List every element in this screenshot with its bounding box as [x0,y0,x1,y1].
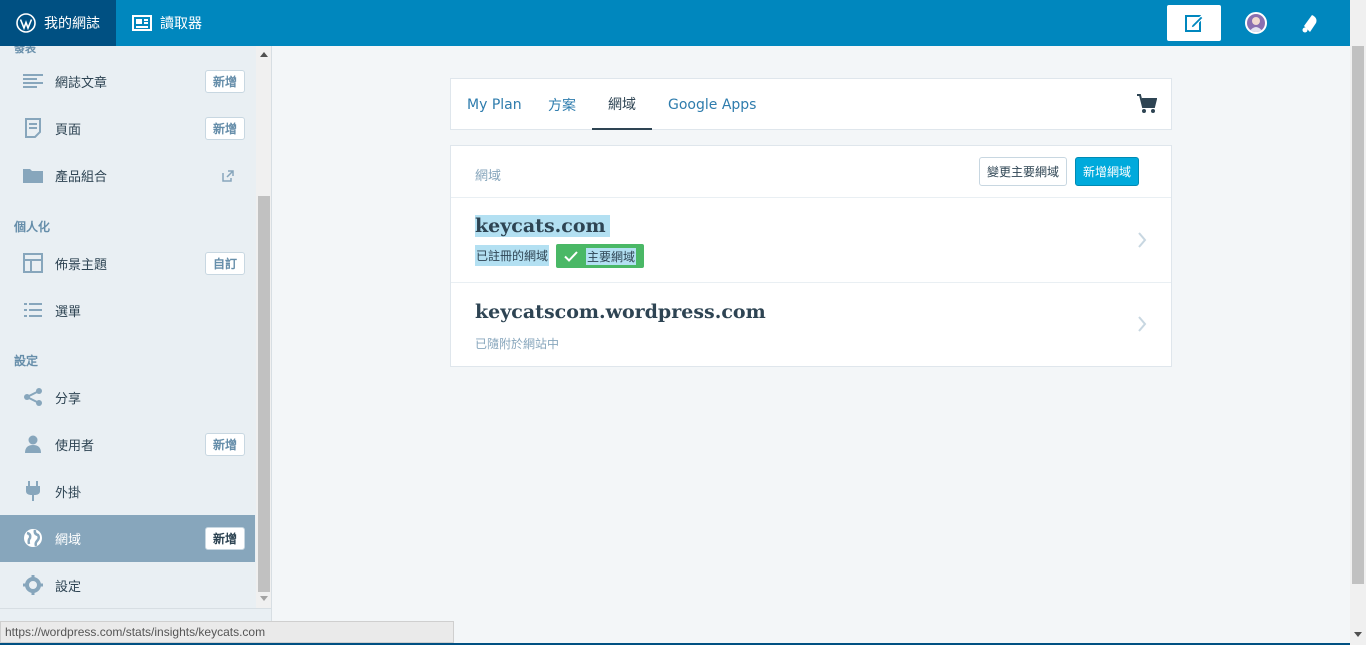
domains-card: 網域 變更主要網域 新增網域 keycats.com 已註冊的網域 主要網域 k… [450,145,1172,367]
page-scroll-thumb[interactable] [1352,46,1364,584]
share-icon [22,386,44,408]
my-sites-button[interactable]: 我的網誌 [0,0,116,46]
sidebar: 發表 網誌文章 新增 頁面 新增 產品組合 個人化 佈景主題 自訂 選單 設定 … [0,46,272,645]
menus-icon [22,299,44,321]
notifications-button[interactable] [1299,12,1321,38]
add-domain-sidebar-button[interactable]: 新增 [205,527,246,550]
primary-domain-label: 主要網域 [586,247,637,265]
sidebar-scroll-thumb[interactable] [258,196,270,592]
sidebar-item-label: 佈景主題 [55,258,108,273]
folder-icon [22,164,44,186]
tab-my-plan[interactable]: My Plan [467,79,522,130]
gear-icon [22,574,44,596]
user-icon [22,433,44,455]
scroll-down-icon[interactable] [260,596,268,601]
section-nav: My Plan 方案 網域 Google Apps [450,78,1172,130]
reader-icon [132,15,152,31]
add-domain-button[interactable]: 新增網域 [1075,157,1140,186]
sidebar-item-plugins[interactable]: 外掛 [0,468,255,515]
external-link-icon[interactable] [222,167,234,186]
domain-row[interactable]: keycats.com 已註冊的網域 主要網域 [451,198,1171,283]
scroll-down-icon[interactable] [1354,632,1362,637]
domains-title: 網域 [475,169,502,184]
add-user-button[interactable]: 新增 [205,433,246,456]
chevron-right-icon [1137,232,1147,252]
sidebar-item-users[interactable]: 使用者 新增 [0,421,255,468]
pages-icon [22,117,44,139]
tab-label: Google Apps [668,96,757,113]
domain-name: keycats.com [475,215,610,237]
domain-name: keycatscom.wordpress.com [475,301,766,323]
sidebar-item-label: 使用者 [55,439,95,454]
write-button[interactable] [1167,5,1221,41]
sidebar-item-pages[interactable]: 頁面 新增 [0,105,255,152]
wordpress-logo-icon [16,13,36,33]
avatar[interactable] [1245,12,1267,34]
tab-label: 網域 [608,96,636,113]
sidebar-item-label: 設定 [55,580,82,595]
domains-header: 網域 變更主要網域 新增網域 [451,146,1171,198]
masterbar: 我的網誌 讀取器 [0,0,1350,46]
sidebar-heading-settings: 設定 [14,354,39,368]
domain-status: 已隨附於網站中 [475,337,560,351]
sidebar-item-label: 網域 [55,533,82,548]
edit-icon [1185,15,1204,32]
cart-icon[interactable] [1137,94,1158,118]
add-page-button[interactable]: 新增 [205,117,246,140]
browser-status-bar: https://wordpress.com/stats/insights/key… [0,621,454,643]
plugin-icon [22,480,44,502]
sidebar-item-menus[interactable]: 選單 [0,287,255,334]
sidebar-heading-personalize: 個人化 [14,220,51,234]
reader-button[interactable]: 讀取器 [132,0,202,46]
page-scrollbar[interactable] [1350,0,1366,645]
add-post-button[interactable]: 新增 [205,70,246,93]
reader-label: 讀取器 [160,16,202,32]
checkmark-icon [564,250,578,262]
sidebar-item-posts[interactable]: 網誌文章 新增 [0,58,255,105]
tab-domains[interactable]: 網域 [592,79,652,130]
customize-button[interactable]: 自訂 [205,252,246,275]
bell-icon [1302,15,1317,33]
posts-icon [22,70,44,92]
scroll-up-icon[interactable] [260,52,268,57]
sidebar-item-label: 網誌文章 [55,76,108,91]
primary-domain-badge: 主要網域 [556,244,645,268]
tab-google-apps[interactable]: Google Apps [668,79,756,130]
sidebar-item-label: 外掛 [55,486,82,501]
avatar-image-icon [1247,14,1265,32]
sidebar-item-domains[interactable]: 網域 新增 [0,515,255,562]
domain-row[interactable]: keycatscom.wordpress.com 已隨附於網站中 [451,284,1171,366]
change-primary-domain-button[interactable]: 變更主要網域 [979,157,1068,186]
sidebar-heading-publish: 發表 [14,46,36,55]
tab-label: My Plan [467,96,522,113]
sidebar-item-label: 分享 [55,392,82,407]
tab-plans[interactable]: 方案 [548,79,576,130]
themes-icon [22,252,44,274]
sidebar-item-themes[interactable]: 佈景主題 自訂 [0,240,255,287]
globe-icon [22,527,44,549]
sidebar-item-label: 產品組合 [55,170,108,185]
sidebar-item-sharing[interactable]: 分享 [0,374,255,421]
sidebar-item-portfolio[interactable]: 產品組合 [0,152,255,199]
tab-label: 方案 [548,97,576,114]
sidebar-item-label: 選單 [55,305,82,320]
sidebar-item-settings[interactable]: 設定 [0,562,255,609]
domain-status: 已註冊的網域 [475,245,550,266]
chevron-right-icon [1137,316,1147,336]
my-sites-label: 我的網誌 [44,16,100,32]
sidebar-item-label: 頁面 [55,123,82,138]
sidebar-scrollbar[interactable] [256,46,271,608]
